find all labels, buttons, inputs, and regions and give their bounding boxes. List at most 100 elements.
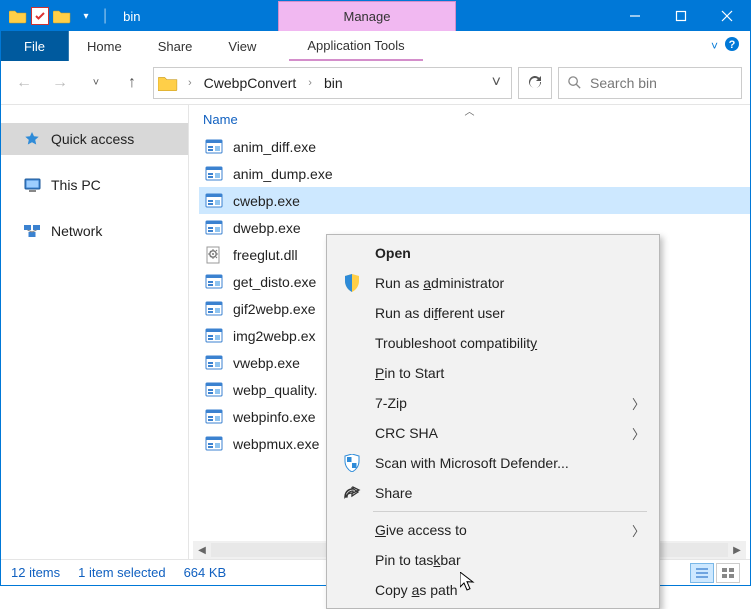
file-name: webpmux.exe: [233, 436, 319, 452]
file-name: anim_diff.exe: [233, 139, 316, 155]
file-name: webpinfo.exe: [233, 409, 316, 425]
address-dropdown-icon[interactable]: ˅: [486, 74, 507, 92]
nav-quick-access[interactable]: Quick access: [1, 123, 188, 155]
up-button[interactable]: ↑: [117, 68, 147, 98]
menu-open[interactable]: Open: [329, 238, 657, 268]
menu-pin-to-start[interactable]: Pin to Start: [329, 358, 657, 388]
tab-view[interactable]: View: [210, 31, 274, 61]
ribbon-context-group: Manage: [278, 1, 456, 31]
file-row[interactable]: anim_diff.exe: [199, 133, 750, 160]
forward-button[interactable]: →: [45, 68, 75, 98]
file-row[interactable]: cwebp.exe: [199, 187, 750, 214]
tab-home[interactable]: Home: [69, 31, 140, 61]
file-name: dwebp.exe: [233, 220, 301, 236]
status-size: 664 KB: [184, 565, 227, 580]
search-input[interactable]: Search bin: [558, 67, 742, 99]
window-title: bin: [123, 9, 140, 24]
scroll-left-icon[interactable]: ◀: [193, 541, 211, 559]
menu-run-as-admin[interactable]: Run as administrator: [329, 268, 657, 298]
folder-icon[interactable]: [51, 5, 73, 27]
column-header-name[interactable]: ︿ Name: [189, 105, 750, 133]
chevron-right-icon[interactable]: ›: [304, 77, 316, 89]
qat-properties-icon[interactable]: [31, 7, 49, 25]
defender-icon: [339, 453, 365, 473]
menu-pin-taskbar[interactable]: Pin to taskbar: [329, 545, 657, 575]
nav-label: Network: [51, 223, 102, 239]
minimize-button[interactable]: [612, 1, 658, 31]
exe-icon: [205, 138, 223, 156]
chevron-right-icon: 〉: [632, 424, 645, 443]
computer-icon: [23, 176, 41, 194]
nav-pane: Quick access This PC Network: [1, 105, 189, 559]
file-name: vwebp.exe: [233, 355, 300, 371]
menu-give-access[interactable]: Give access to〉: [329, 515, 657, 545]
menu-separator: [373, 511, 647, 512]
file-name: freeglut.dll: [233, 247, 298, 263]
network-icon: [23, 222, 41, 240]
ribbon-tabs: Manage File Home Share View Application …: [1, 31, 750, 61]
file-name: gif2webp.exe: [233, 301, 316, 317]
file-row[interactable]: anim_dump.exe: [199, 160, 750, 187]
qat-dropdown-icon[interactable]: ▾: [75, 5, 97, 27]
refresh-button[interactable]: [518, 67, 552, 99]
maximize-button[interactable]: [658, 1, 704, 31]
view-large-icons-button[interactable]: [716, 563, 740, 583]
status-selection: 1 item selected: [78, 565, 165, 580]
tab-share[interactable]: Share: [140, 31, 211, 61]
exe-icon: [205, 408, 223, 426]
folder-icon: [7, 5, 29, 27]
file-name: webp_quality.: [233, 382, 318, 398]
menu-troubleshoot[interactable]: Troubleshoot compatibility: [329, 328, 657, 358]
nav-network[interactable]: Network: [1, 215, 188, 247]
context-menu: Open Run as administrator Run as differe…: [326, 234, 660, 609]
exe-icon: [205, 327, 223, 345]
search-placeholder: Search bin: [590, 75, 657, 91]
ribbon-expand-icon[interactable]: ˅: [711, 39, 718, 53]
nav-label: Quick access: [51, 131, 134, 147]
exe-icon: [205, 192, 223, 210]
file-name: anim_dump.exe: [233, 166, 333, 182]
chevron-right-icon[interactable]: ›: [184, 77, 196, 89]
nav-this-pc[interactable]: This PC: [1, 169, 188, 201]
file-name: img2webp.ex: [233, 328, 316, 344]
file-name: cwebp.exe: [233, 193, 300, 209]
tab-application-tools[interactable]: Application Tools: [289, 31, 422, 61]
star-icon: [23, 130, 41, 148]
address-bar[interactable]: › CwebpConvert › bin ˅: [153, 67, 512, 99]
help-icon[interactable]: ?: [724, 36, 740, 57]
svg-text:?: ?: [729, 39, 736, 51]
share-icon: [339, 483, 365, 503]
close-button[interactable]: [704, 1, 750, 31]
nav-label: This PC: [51, 177, 101, 193]
address-bar-row: ← → ˅ ↑ › CwebpConvert › bin ˅ Search bi…: [1, 61, 750, 105]
collapse-chevron-icon[interactable]: ︿: [465, 103, 475, 118]
file-tab[interactable]: File: [1, 31, 69, 61]
exe-icon: [205, 165, 223, 183]
menu-copy-as-path[interactable]: Copy as path: [329, 575, 657, 605]
shield-icon: [339, 273, 365, 293]
menu-7zip[interactable]: 7-Zip〉: [329, 388, 657, 418]
menu-crc-sha[interactable]: CRC SHA〉: [329, 418, 657, 448]
exe-icon: [205, 300, 223, 318]
exe-icon: [205, 435, 223, 453]
breadcrumb[interactable]: CwebpConvert: [202, 75, 299, 91]
status-item-count: 12 items: [11, 565, 60, 580]
dll-icon: [205, 246, 223, 264]
menu-share[interactable]: Share: [329, 478, 657, 508]
back-button[interactable]: ←: [9, 68, 39, 98]
folder-icon: [158, 74, 178, 92]
breadcrumb[interactable]: bin: [322, 75, 345, 91]
recent-locations-button[interactable]: ˅: [81, 68, 111, 98]
exe-icon: [205, 273, 223, 291]
search-icon: [567, 75, 582, 90]
menu-scan-defender[interactable]: Scan with Microsoft Defender...: [329, 448, 657, 478]
chevron-right-icon: 〉: [632, 394, 645, 413]
menu-run-as-different-user[interactable]: Run as different user: [329, 298, 657, 328]
exe-icon: [205, 381, 223, 399]
exe-icon: [205, 354, 223, 372]
view-details-button[interactable]: [690, 563, 714, 583]
chevron-right-icon: 〉: [632, 521, 645, 540]
file-name: get_disto.exe: [233, 274, 316, 290]
scroll-right-icon[interactable]: ▶: [728, 541, 746, 559]
exe-icon: [205, 219, 223, 237]
